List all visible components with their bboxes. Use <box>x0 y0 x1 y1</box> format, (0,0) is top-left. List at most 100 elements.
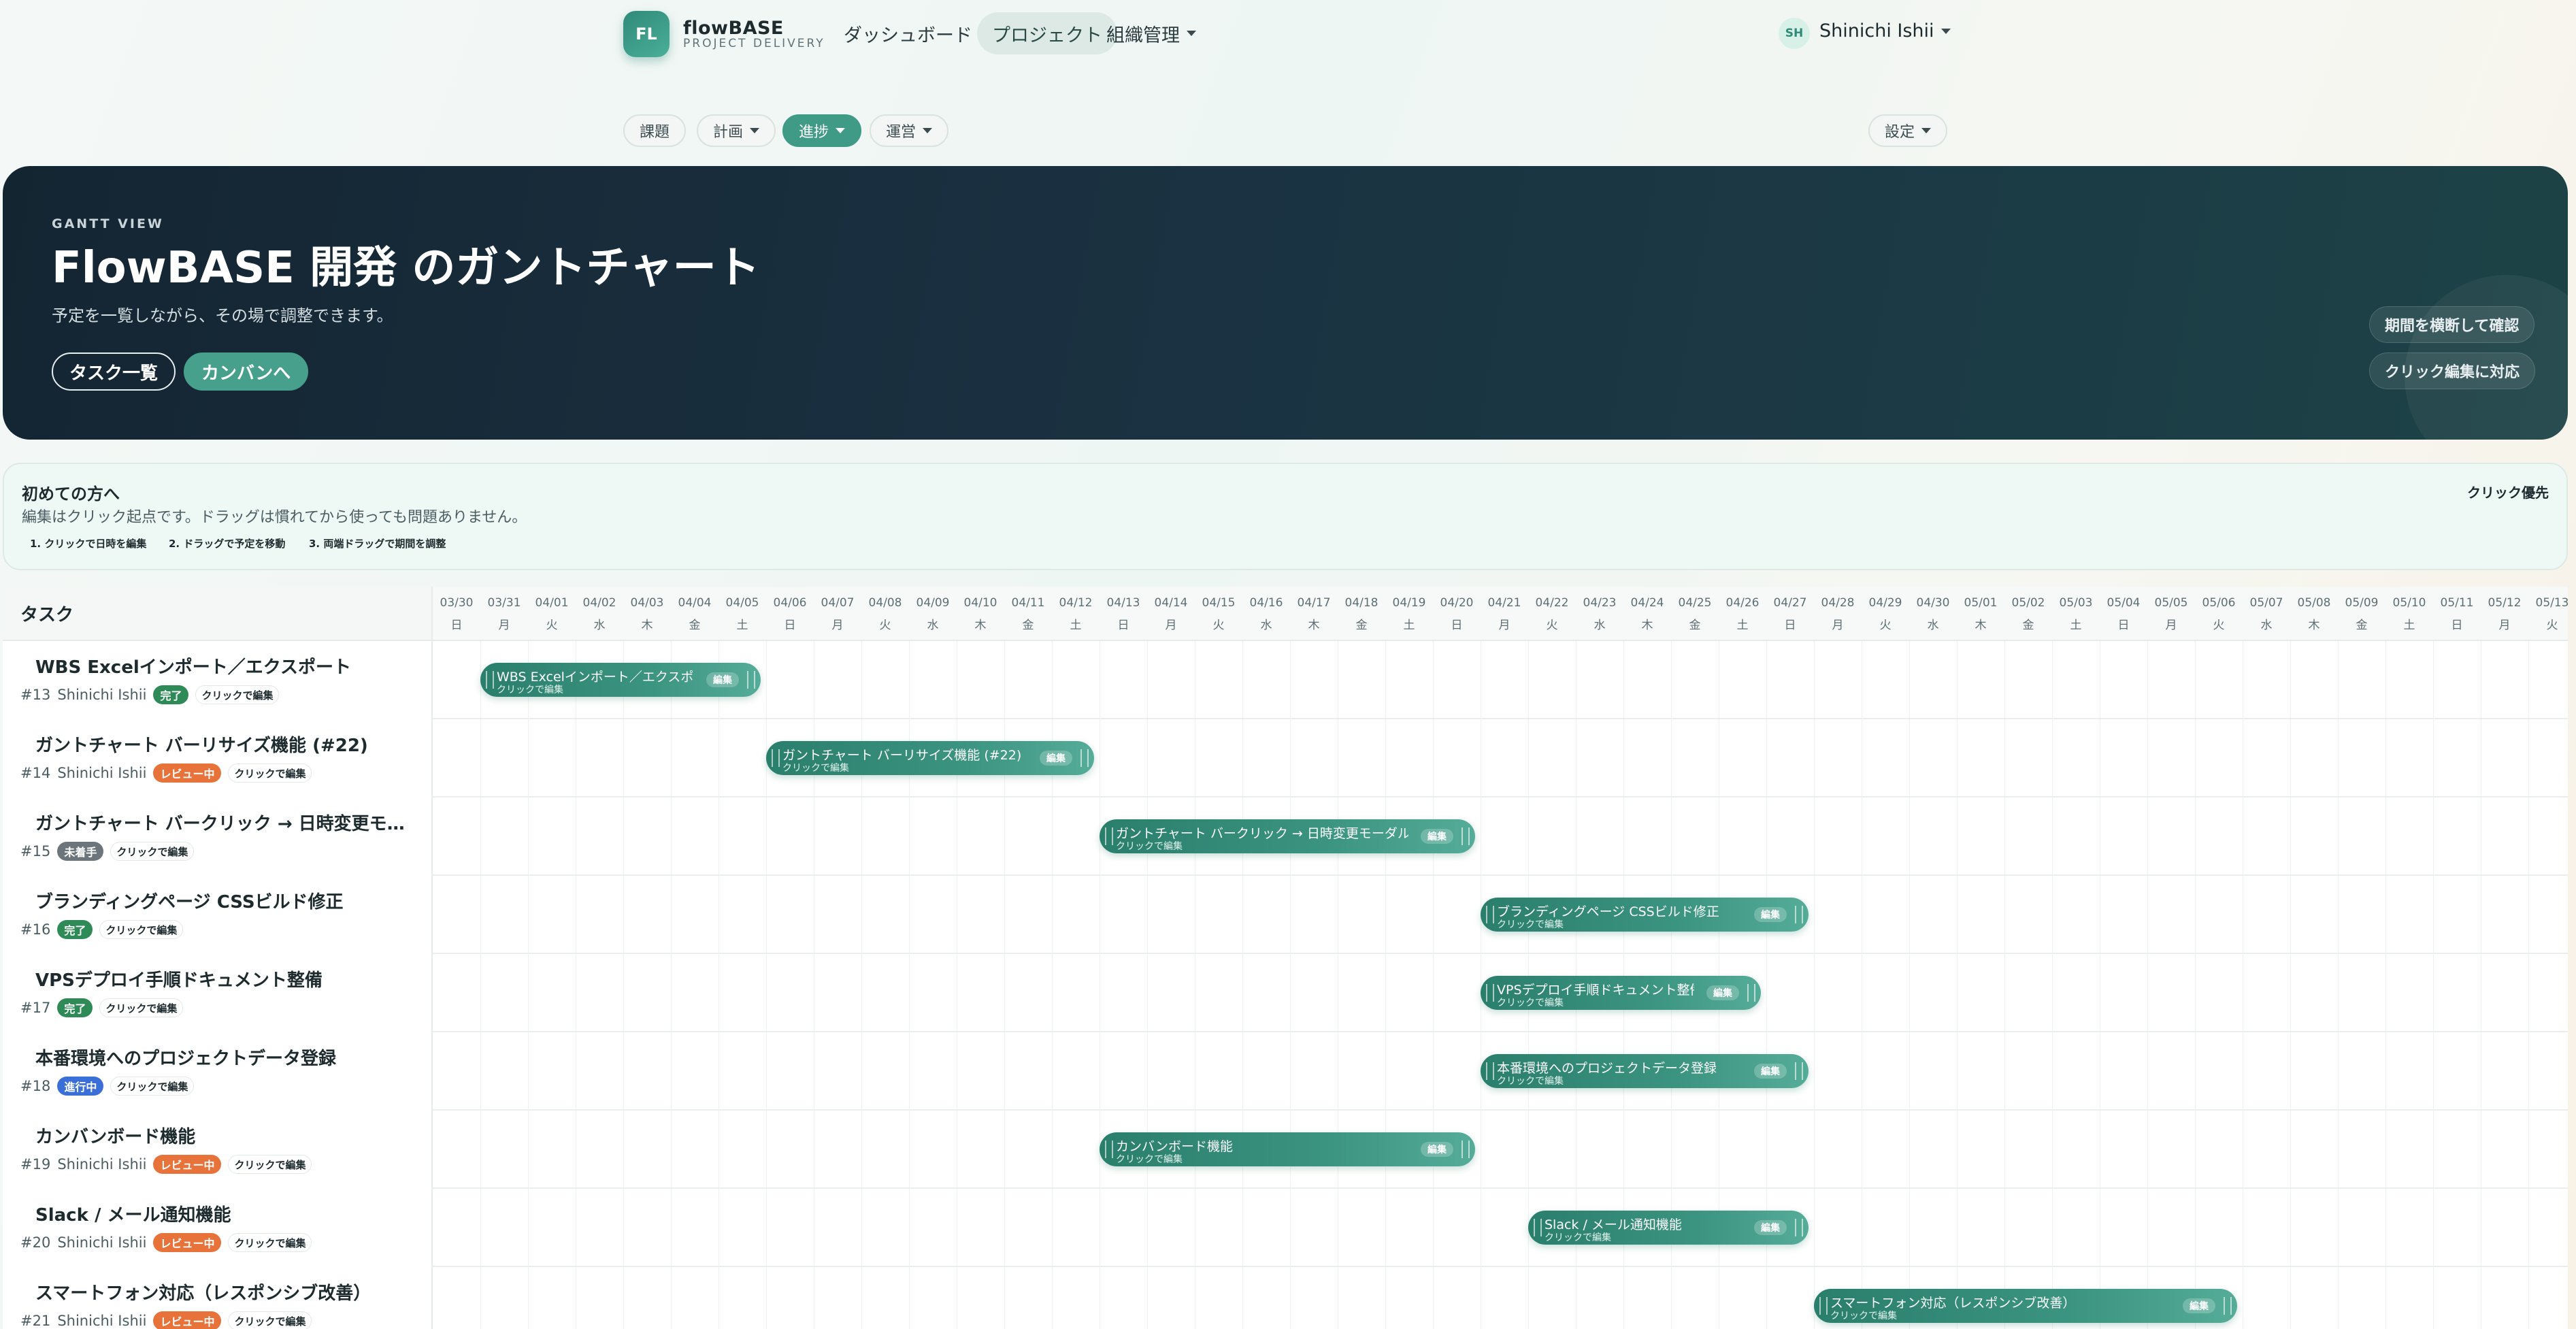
task-cell[interactable]: VPSデプロイ手順ドキュメント整備 #17 完了 クリックで編集 <box>3 954 433 1032</box>
subnav-issues[interactable]: 課題 <box>623 114 687 147</box>
user-menu[interactable]: Shinichi Ishii <box>1819 20 1951 42</box>
date-column-header: 04/08 火 <box>861 587 909 641</box>
gantt-bar-edit-button[interactable]: 編集 <box>1706 985 1739 1000</box>
settings-button[interactable]: 設定 <box>1868 114 1948 147</box>
gantt-bar[interactable]: カンバンボード機能 クリックで編集 編集 <box>1100 1132 1475 1166</box>
date-label: 04/13 <box>1106 596 1140 610</box>
weekday-label: 金 <box>1689 619 1701 632</box>
gantt-bar-hint: クリックで編集 <box>1545 1232 1611 1243</box>
date-label: 05/12 <box>2488 596 2522 610</box>
gantt-bar[interactable]: WBS Excelインポート／エクスポートクリックで編集編集 <box>480 663 761 697</box>
date-column-header: 05/03 土 <box>2052 587 2100 641</box>
weekday-label: 水 <box>2260 619 2273 632</box>
click-to-edit-hint[interactable]: クリックで編集 <box>99 920 184 939</box>
weekday-label: 日 <box>784 619 796 632</box>
gantt-bar-edit-button[interactable]: 編集 <box>1754 1064 1787 1079</box>
click-to-edit-hint[interactable]: クリックで編集 <box>195 685 280 704</box>
date-column-header: 04/05 土 <box>719 587 766 641</box>
subnav-ops-label: 運営 <box>886 124 917 141</box>
nav-dashboard[interactable]: ダッシュボード <box>829 12 987 54</box>
subnav-progress[interactable]: 進捗 <box>782 114 862 147</box>
task-name[interactable]: カンバンボード機能 <box>35 1123 195 1148</box>
gantt-bar-edit-button[interactable]: 編集 <box>706 672 739 687</box>
date-label: 05/02 <box>2011 596 2045 610</box>
gantt-bar-edit-button[interactable]: 編集 <box>1421 829 1453 844</box>
brand-name[interactable]: flowBASE <box>683 18 784 39</box>
gantt-bar[interactable]: ガントチャート バーリサイズ機能 (#22) クリックで編集 編集 <box>766 741 1094 775</box>
gantt-bar[interactable]: VPSデプロイ手順ドキュメント整備 クリックで編集 編集 <box>1481 976 1761 1010</box>
date-label: 04/23 <box>1583 596 1617 610</box>
date-label: 04/04 <box>678 596 712 610</box>
task-meta: #17 完了 クリックで編集 <box>20 998 184 1018</box>
task-name[interactable]: Slack / メール通知機能 <box>35 1201 231 1226</box>
click-to-edit-hint[interactable]: クリックで編集 <box>228 1311 312 1329</box>
gantt-bar-edit-button[interactable]: 編集 <box>1754 1220 1787 1235</box>
task-name[interactable]: 本番環境へのプロジェクトデータ登録 <box>35 1045 336 1070</box>
feature-chip-click-edit: クリック編集に対応 <box>2369 352 2536 389</box>
task-cell[interactable]: WBS Excelインポート／エクスポート #13 Shinichi Ishii 完了… <box>3 641 433 719</box>
date-column-header: 04/20 日 <box>1433 587 1481 641</box>
date-column-header: 04/23 水 <box>1576 587 1623 641</box>
click-to-edit-hint[interactable]: クリックで編集 <box>228 764 312 783</box>
task-meta: #18 進行中 クリックで編集 <box>20 1076 195 1096</box>
gantt-bar[interactable]: ブランディングページ CSSビルド修正 クリックで編集 編集 <box>1481 898 1809 932</box>
weekday-label: 金 <box>1355 619 1368 632</box>
date-column-header: 04/15 火 <box>1195 587 1242 641</box>
kanban-button[interactable]: カンバンへ <box>184 352 309 391</box>
gantt-bar-hint: クリックで編集 <box>1497 919 1564 930</box>
task-cell[interactable]: ブランディングページ CSSビルド修正 #16 完了 クリックで編集 <box>3 876 433 954</box>
brand-logo[interactable]: FL <box>623 11 670 57</box>
task-cell[interactable]: ガントチャート バークリック → 日時変更モーダ… #15 未着手 クリックで編集 <box>3 798 433 876</box>
date-column-header: 04/30 水 <box>1909 587 1957 641</box>
date-label: 04/16 <box>1249 596 1283 610</box>
weekday-label: 土 <box>736 619 748 632</box>
click-to-edit-hint[interactable]: クリックで編集 <box>110 842 195 861</box>
subnav-ops[interactable]: 運営 <box>870 114 949 147</box>
avatar[interactable]: SH <box>1779 18 1810 49</box>
gantt-bar-hint: クリックで編集 <box>497 685 563 695</box>
weekday-label: 日 <box>1451 619 1463 632</box>
subnav-plan[interactable]: 計画 <box>697 114 776 147</box>
task-name[interactable]: ブランディングページ CSSビルド修正 <box>35 888 344 913</box>
chevron-down-icon <box>923 128 933 133</box>
gantt-bar-edit-button[interactable]: 編集 <box>1754 907 1787 922</box>
task-name[interactable]: VPSデプロイ手順ドキュメント整備 <box>35 966 323 991</box>
click-to-edit-hint[interactable]: クリックで編集 <box>99 998 184 1017</box>
click-to-edit-hint[interactable]: クリックで編集 <box>228 1233 312 1252</box>
task-cell[interactable]: ガントチャート バーリサイズ機能 (#22) #14 Shinichi Ishii レ… <box>3 719 433 798</box>
nav-org-management[interactable]: 組織管理 <box>1091 12 1211 54</box>
task-cell[interactable]: 本番環境へのプロジェクトデータ登録 #18 進行中 クリックで編集 <box>3 1032 433 1111</box>
weekday-label: 木 <box>1641 619 1653 632</box>
task-cell[interactable]: スマートフォン対応（レスポンシブ改善） #21 Shinichi Ishii レビュー… <box>3 1267 433 1329</box>
task-name[interactable]: ガントチャート バークリック → 日時変更モーダ… <box>35 810 416 835</box>
weekday-label: 日 <box>1784 619 1796 632</box>
date-label: 05/08 <box>2297 596 2331 610</box>
gantt-bar[interactable]: 本番環境へのプロジェクトデータ登録 クリックで編集 編集 <box>1481 1054 1809 1088</box>
gantt-bar-edit-button[interactable]: 編集 <box>1040 751 1072 766</box>
weekday-label: 火 <box>1212 619 1225 632</box>
task-list-button[interactable]: タスク一覧 <box>52 352 176 391</box>
click-to-edit-hint[interactable]: クリックで編集 <box>110 1077 195 1096</box>
task-meta: #13 Shinichi Ishii 完了 クリックで編集 <box>20 685 280 705</box>
weekday-label: 日 <box>450 619 463 632</box>
gantt-bar[interactable]: スマートフォン対応（レスポンシブ改善） クリックで編集 編集 <box>1814 1289 2237 1323</box>
date-column-header: 05/11 日 <box>2433 587 2481 641</box>
task-cell[interactable]: Slack / メール通知機能 #20 Shinichi Ishii レビュー中 クリッ… <box>3 1189 433 1267</box>
task-assignee: Shinichi Ishii <box>57 1156 147 1172</box>
date-column-header: 04/24 木 <box>1623 587 1671 641</box>
task-cell[interactable]: カンバンボード機能 #19 Shinichi Ishii レビュー中 クリックで編集 <box>3 1111 433 1189</box>
date-column-header: 04/09 水 <box>909 587 957 641</box>
gantt-bar-edit-button[interactable]: 編集 <box>2183 1298 2215 1313</box>
nav-dashboard-label: ダッシュボード <box>844 24 972 46</box>
weekday-label: 火 <box>2213 619 2225 632</box>
date-label: 04/17 <box>1297 596 1331 610</box>
task-id: #20 <box>20 1234 51 1251</box>
task-name[interactable]: WBS Excelインポート／エクスポート <box>35 653 351 678</box>
task-name[interactable]: スマートフォン対応（レスポンシブ改善） <box>35 1279 371 1305</box>
gantt-bar[interactable]: ガントチャート バークリック → 日時変更モーダル (# クリックで編集 編集 <box>1100 819 1475 853</box>
gantt-bar-edit-button[interactable]: 編集 <box>1421 1142 1453 1157</box>
date-column-header: 03/30 日 <box>433 587 480 641</box>
click-to-edit-hint[interactable]: クリックで編集 <box>228 1155 312 1174</box>
gantt-bar[interactable]: Slack / メール通知機能 クリックで編集 編集 <box>1528 1211 1809 1245</box>
task-name[interactable]: ガントチャート バーリサイズ機能 (#22) <box>35 732 368 757</box>
